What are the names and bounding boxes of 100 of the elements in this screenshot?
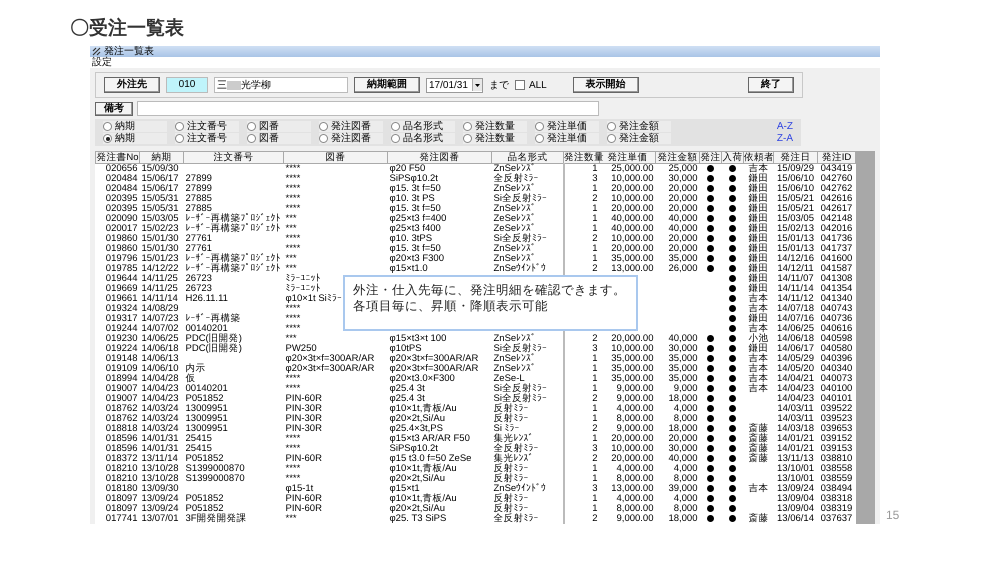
table-cell: φ15. 3t f=50 (390, 243, 441, 254)
column-header[interactable]: 入荷 (722, 152, 744, 164)
table-cell: 反射ﾐﾗｰ (494, 403, 528, 414)
table-cell: 14/05/20 (777, 363, 814, 374)
table-cell: φ20×2t,Si/Au (390, 473, 446, 484)
sort-radio[interactable]: 品名形式 (391, 121, 455, 132)
sort-radio[interactable]: 注文番号 (175, 133, 239, 144)
table-cell: 038559 (820, 473, 852, 484)
table-cell: 20,000 (668, 243, 698, 254)
table-cell: 019796 (106, 253, 138, 264)
table-cell: φ10. 3tPS (390, 233, 432, 244)
table-cell: ﾚｰｻﾞｰ再構築ﾌﾟﾛｼﾞｪｸﾄ (186, 263, 280, 274)
remarks-button[interactable]: 備考 (95, 102, 133, 116)
table-cell: 019324 (106, 303, 138, 314)
table-cell: 13009951 (186, 423, 228, 434)
supplier-code-field[interactable]: 010 (166, 77, 208, 93)
table-cell: 15/06/17 (142, 173, 178, 184)
exit-button[interactable]: 終了 (748, 77, 794, 93)
table-cell: 14/07/16 (777, 313, 814, 324)
table-cell: 3 (592, 443, 598, 454)
sort-radio[interactable]: 発注図番 (319, 133, 383, 144)
table-cell: 14/06/10 (142, 363, 178, 374)
table-cell: Si全反射ﾐﾗｰ (494, 383, 547, 394)
table-cell: 13/06/14 (777, 513, 814, 524)
remarks-field[interactable] (137, 101, 599, 116)
sort-radio[interactable]: 発注図番 (319, 121, 383, 132)
column-header[interactable]: 図番 (284, 152, 388, 164)
table-cell: φ15-1t (286, 483, 314, 494)
table-cell: 鎌田 (748, 223, 768, 234)
table-cell: 1 (592, 403, 598, 414)
table-cell: P051852 (186, 453, 224, 464)
sort-radio[interactable]: 発注単価 (535, 133, 599, 144)
show-button[interactable]: 表示開始 (572, 77, 639, 93)
table-cell: 4,000 (674, 463, 698, 474)
table-cell: 13/09/04 (777, 493, 814, 504)
table-cell: 040073 (820, 373, 852, 384)
table-cell: PW250 (286, 343, 317, 354)
table-cell: SiPSφ10.2t (390, 173, 438, 184)
table-cell: *** (286, 513, 297, 524)
table-cell: 15/06/10 (777, 173, 814, 184)
column-header[interactable]: 発注図番 (388, 152, 492, 164)
due-range-button[interactable]: 納期範囲 (354, 77, 420, 93)
table-cell: ZnSeｳｲﾝﾄﾞｳ (494, 263, 546, 274)
table-cell: 020484 (106, 173, 138, 184)
sort-radio[interactable]: 発注金額 (607, 121, 671, 132)
table-cell: φ25. T3 SiPS (390, 513, 446, 524)
table-cell: 13009951 (186, 413, 228, 424)
table-cell: 13/10/28 (142, 473, 178, 484)
table-cell: Si全反射ﾐﾗｰ (494, 233, 547, 244)
table-cell: φ20×t3.0×F300 (390, 373, 455, 384)
table-cell: 20,000.00 (611, 203, 654, 214)
table-cell: 18,000 (668, 393, 698, 404)
table-cell: 2 (592, 233, 598, 244)
table-cell: 8,000.00 (616, 503, 654, 514)
table-cell: 018762 (106, 403, 138, 414)
table-cell: 鎌田 (748, 283, 768, 294)
supplier-button[interactable]: 外注先 (104, 77, 160, 93)
table-cell: 040340 (820, 363, 852, 374)
table-cell: **** (286, 463, 300, 474)
table-cell: 13/10/28 (142, 463, 178, 474)
sort-radio[interactable]: 発注金額 (607, 133, 671, 144)
table-cell: 2 (592, 453, 598, 464)
column-header[interactable]: 納期 (140, 152, 184, 164)
column-header[interactable]: 発注金額 (656, 152, 700, 164)
table-cell: 13/09/24 (777, 483, 814, 494)
table-cell: 斎藤 (748, 453, 768, 464)
table-cell: 鎌田 (748, 213, 768, 224)
column-header[interactable]: 品名形式 (492, 152, 564, 164)
all-checkbox[interactable] (514, 80, 525, 90)
sort-radio[interactable]: 納期 (103, 121, 167, 132)
sort-radio[interactable]: 注文番号 (175, 121, 239, 132)
sort-radio[interactable]: 図番 (247, 133, 311, 144)
table-cell: P051852 (186, 493, 224, 504)
table-cell: 15/02/23 (142, 223, 178, 234)
column-header[interactable]: 依頼者 (744, 152, 774, 164)
due-date-dropdown[interactable]: 17/01/31 (426, 78, 483, 92)
table-cell: 9,000.00 (616, 513, 654, 524)
caret-icon[interactable] (472, 79, 482, 91)
sort-radio[interactable]: 発注数量 (463, 133, 527, 144)
sort-radio[interactable]: 納期 (103, 133, 167, 144)
supplier-name-field[interactable]: 三 光学柳 (214, 77, 348, 93)
column-header[interactable]: 発注書No (96, 152, 140, 164)
table-cell: φ20 F50 (390, 163, 426, 174)
column-header[interactable]: 発注日 (774, 152, 818, 164)
sort-radio[interactable]: 発注単価 (535, 121, 599, 132)
table-cell: ZnSeｳｲﾝﾄﾞｳ (494, 483, 546, 494)
column-header[interactable]: 発注ID (818, 152, 856, 164)
table-cell: *** (286, 213, 297, 224)
column-header[interactable]: 発注 (700, 152, 722, 164)
table-cell: 019230 (106, 333, 138, 344)
table-cell: PIN-60R (286, 453, 322, 464)
table-cell: 1 (592, 253, 598, 264)
sort-radio[interactable]: 品名形式 (391, 133, 455, 144)
table-cell: PDC(旧開発) (186, 343, 242, 354)
table-cell: 鎌田 (748, 183, 768, 194)
sort-radio[interactable]: 図番 (247, 121, 311, 132)
table-cell: 019244 (106, 323, 138, 334)
sort-radio[interactable]: 発注数量 (463, 121, 527, 132)
menu-item[interactable]: 設定 (92, 57, 112, 68)
column-header[interactable]: 注文番号 (184, 152, 284, 164)
